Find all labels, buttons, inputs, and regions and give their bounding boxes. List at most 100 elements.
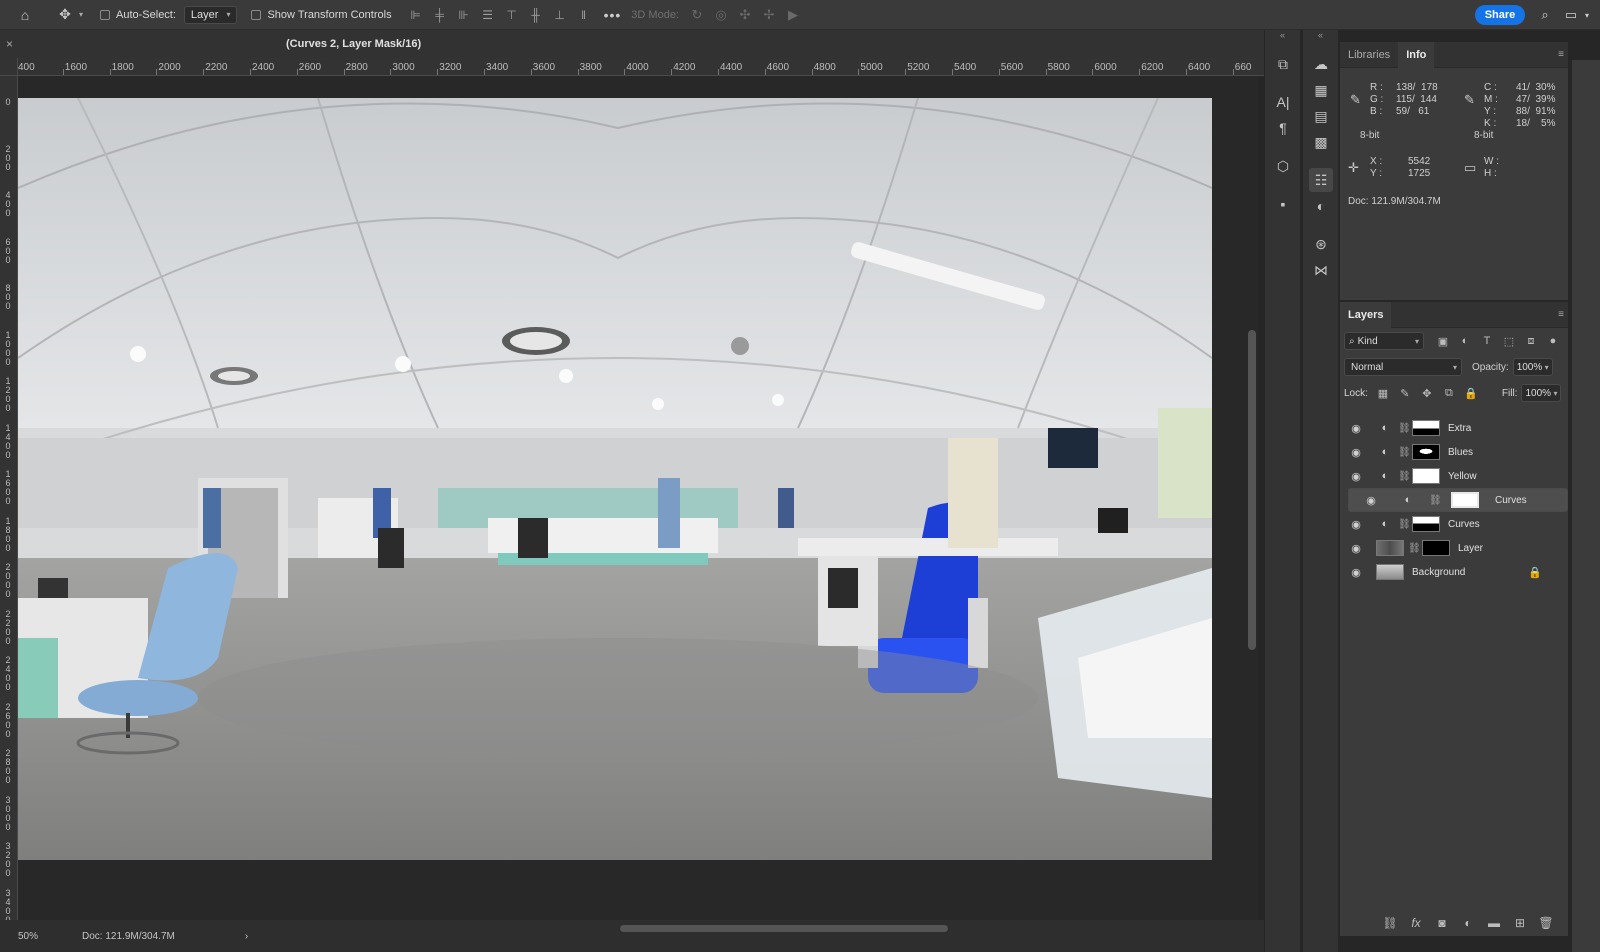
plugin-icon[interactable]: ▪ (1271, 192, 1295, 216)
layer-name[interactable]: Blues (1448, 447, 1473, 458)
panel-menu-icon[interactable]: ≡ (1558, 49, 1564, 60)
eye-icon[interactable]: ◉ (1344, 470, 1368, 483)
opacity-field[interactable]: 100% ▾ (1512, 358, 1553, 376)
horizontal-ruler[interactable]: 400 1600 1800 2000 2200 2400 2600 2800 3000 3200 3… (18, 58, 1272, 76)
new-adjustment-icon[interactable]: ◐ (1458, 916, 1478, 930)
link-layers-icon[interactable]: ⛓ (1380, 916, 1400, 930)
blend-mode-dropdown[interactable]: Normal ▾ (1344, 358, 1462, 376)
layer-name[interactable]: Layer (1458, 543, 1483, 554)
add-mask-icon[interactable]: ◙ (1432, 916, 1452, 930)
3d-camera-icon[interactable]: ▶ (781, 4, 805, 26)
3d-orbit-icon[interactable]: ↻ (685, 4, 709, 26)
layer-mask-thumbnail[interactable] (1412, 420, 1440, 436)
align-right-icon[interactable]: ⊪ (452, 4, 476, 26)
canvas-area[interactable] (18, 76, 1258, 920)
swatches-icon[interactable]: ▦ (1309, 78, 1333, 102)
fill-field[interactable]: 100% ▾ (1521, 384, 1562, 402)
collapse-icon[interactable]: « (1303, 30, 1338, 44)
layer-mask-thumbnail[interactable] (1412, 516, 1440, 532)
layer-thumbnail[interactable] (1376, 540, 1404, 556)
layer-mask-thumbnail[interactable] (1422, 540, 1450, 556)
filter-pixel-icon[interactable]: ▣ (1434, 335, 1452, 348)
lock-image-icon[interactable]: ✎ (1396, 387, 1414, 400)
chevron-down-icon[interactable]: ▾ (1580, 4, 1594, 26)
paths-icon[interactable]: ⋈ (1309, 258, 1333, 282)
link-icon[interactable]: ⛓ (1398, 423, 1411, 434)
layer-name[interactable]: Curves (1495, 495, 1527, 506)
panel-menu-icon[interactable]: ≡ (1558, 309, 1564, 320)
gradients-icon[interactable]: ▤ (1309, 104, 1333, 128)
tab-layers[interactable]: Layers (1340, 301, 1392, 328)
chevron-down-icon[interactable]: ▾ (76, 4, 86, 26)
properties-icon[interactable]: ☷ (1309, 168, 1333, 192)
layer-row[interactable]: ◉ ⛓ Layer (1340, 536, 1568, 560)
share-button[interactable]: Share (1475, 5, 1525, 25)
layer-row[interactable]: ◉ ◐ ⛓ Curves (1340, 512, 1568, 536)
vertical-scrollbar[interactable] (1248, 330, 1256, 650)
filter-smart-object-icon[interactable]: ⧈ (1522, 335, 1540, 348)
lock-position-icon[interactable]: ✥ (1418, 387, 1436, 400)
layer-row[interactable]: ◉ ◐ ⛓ Extra (1340, 416, 1568, 440)
link-icon[interactable]: ⛓ (1398, 519, 1411, 530)
link-icon[interactable]: ⛓ (1429, 495, 1442, 506)
distribute-vertical-icon[interactable]: ‖ (572, 4, 596, 26)
eye-icon[interactable]: ◉ (1344, 542, 1368, 555)
adjustments-icon[interactable]: ◐ (1309, 194, 1333, 218)
fx-icon[interactable]: fx (1406, 916, 1426, 930)
3d-pan-icon[interactable]: ✣ (733, 4, 757, 26)
lock-icon[interactable]: 🔒 (1528, 566, 1542, 579)
layer-row[interactable]: ◉ ◐ ⛓ Blues (1340, 440, 1568, 464)
layer-mask-thumbnail[interactable] (1412, 444, 1440, 460)
filter-shape-icon[interactable]: ⬚ (1500, 335, 1518, 348)
layer-name[interactable]: Yellow (1448, 471, 1477, 482)
collapse-icon[interactable]: « (1265, 30, 1300, 44)
3d-icon[interactable]: ⬡ (1271, 154, 1295, 178)
layer-name[interactable]: Curves (1448, 519, 1480, 530)
home-icon[interactable]: ⌂ (14, 4, 36, 26)
new-group-icon[interactable]: ▬ (1484, 916, 1504, 930)
eye-icon[interactable]: ◉ (1344, 446, 1368, 459)
layer-row[interactable]: ◉ Background 🔒 (1340, 560, 1568, 584)
kind-filter-dropdown[interactable]: ⌕ Kind ▾ (1344, 332, 1424, 350)
trash-icon[interactable]: 🗑 (1536, 916, 1556, 930)
filter-toggle-icon[interactable]: ● (1544, 335, 1562, 348)
tab-libraries[interactable]: Libraries (1340, 42, 1398, 68)
3d-roll-icon[interactable]: ◎ (709, 4, 733, 26)
more-options-icon[interactable]: ••• (604, 7, 622, 23)
eyedropper-icon[interactable]: ✎ (1464, 92, 1475, 108)
show-transform-checkbox[interactable] (251, 9, 262, 20)
layer-row[interactable]: ◉ ◐ ⛓ Yellow (1340, 464, 1568, 488)
search-icon[interactable]: ⌕ (1534, 4, 1556, 26)
close-icon[interactable]: × (6, 37, 20, 51)
paragraph-icon[interactable]: ¶ (1271, 116, 1295, 140)
align-hcenter-icon[interactable]: ╪ (428, 4, 452, 26)
layer-row-selected[interactable]: ◉ ◐ ⛓ Curves (1348, 488, 1568, 512)
eyedropper-icon[interactable]: ✎ (1350, 92, 1361, 108)
auto-select-dropdown[interactable]: Layer ▾ (183, 5, 238, 24)
vertical-ruler[interactable]: 0 200 400 600 800 1000 1200 1400 1600 1800 2000 220… (0, 76, 18, 920)
lock-transparent-icon[interactable]: ▦ (1374, 387, 1392, 400)
color-icon[interactable]: ☁ (1309, 52, 1333, 76)
auto-select-checkbox[interactable] (100, 9, 110, 20)
lock-all-icon[interactable]: 🔒 (1462, 387, 1480, 400)
link-icon[interactable]: ⛓ (1398, 471, 1411, 482)
workspace-icon[interactable]: ▭ (1560, 4, 1582, 26)
distribute-icon[interactable]: ☰ (476, 4, 500, 26)
zoom-level[interactable]: 50% (18, 931, 38, 942)
align-vcenter-icon[interactable]: ╫ (524, 4, 548, 26)
link-icon[interactable]: ⛓ (1398, 447, 1411, 458)
eye-icon[interactable]: ◉ (1344, 422, 1368, 435)
tab-info[interactable]: Info (1398, 41, 1435, 68)
new-layer-icon[interactable]: ⊞ (1510, 916, 1530, 930)
align-bottom-icon[interactable]: ⊥ (548, 4, 572, 26)
eye-icon[interactable]: ◉ (1344, 518, 1368, 531)
layer-thumbnail[interactable] (1376, 564, 1404, 580)
channels-icon[interactable]: ⊛ (1309, 232, 1333, 256)
eye-icon[interactable]: ◉ (1344, 566, 1368, 579)
layer-name[interactable]: Extra (1448, 423, 1471, 434)
document-tab[interactable]: × (Curves 2, Layer Mask/16) (0, 30, 1272, 58)
align-top-icon[interactable]: ⊤ (500, 4, 524, 26)
3d-slide-icon[interactable]: ✢ (757, 4, 781, 26)
history-icon[interactable]: ⧉ (1271, 52, 1295, 76)
patterns-icon[interactable]: ▩ (1309, 130, 1333, 154)
